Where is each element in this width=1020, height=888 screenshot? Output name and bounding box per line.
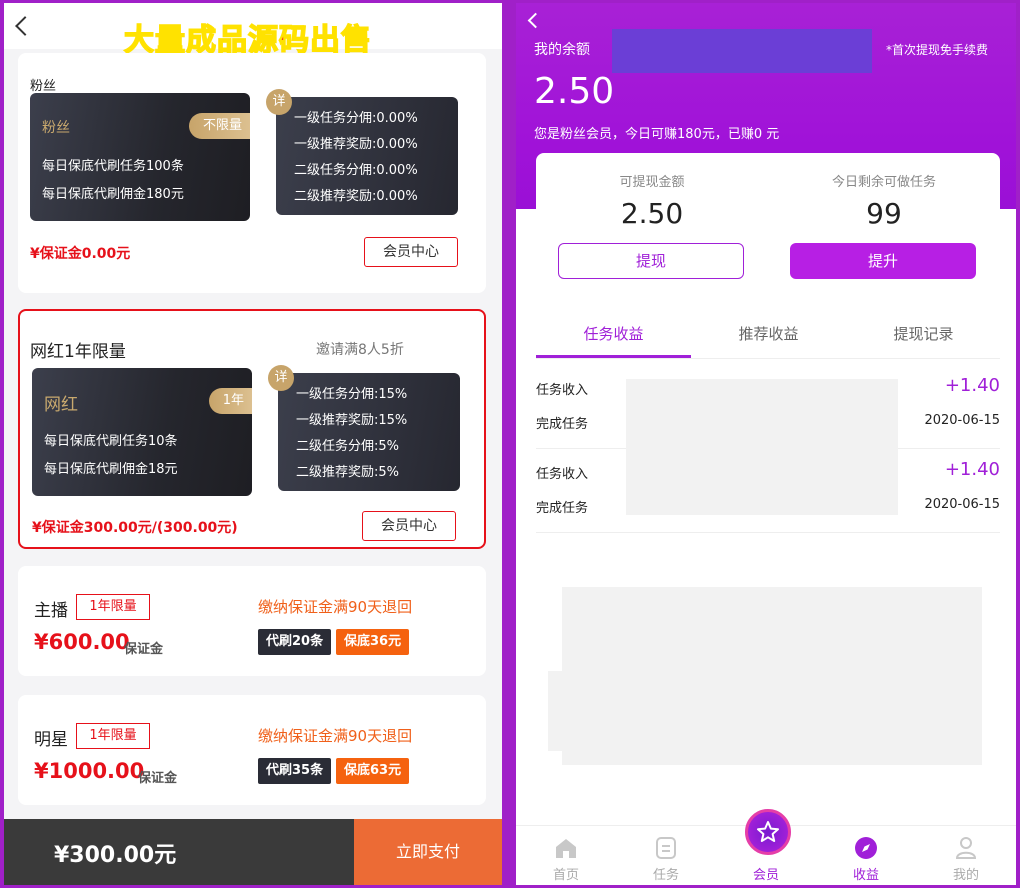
pay-now-button[interactable]: 立即支付	[354, 819, 502, 885]
detail-badge-icon[interactable]: 详	[266, 89, 292, 115]
refund-note: 缴纳保证金满90天退回	[258, 598, 413, 616]
commission-details: 一级任务分佣:15% 一级推荐奖励:15% 二级任务分佣:5% 二级推荐奖励:5…	[278, 373, 460, 491]
nav-home[interactable]: 首页	[516, 826, 616, 885]
record-date: 2020-06-15	[924, 413, 1000, 428]
earnings-tabs: 任务收益 推荐收益 提现记录	[536, 313, 1000, 359]
detail-row: 二级任务分佣:5%	[296, 439, 400, 454]
active-tab-indicator	[536, 355, 691, 358]
task-chip: 代刷20条	[258, 629, 332, 655]
daily-tasks: 每日保底代刷任务10条	[44, 434, 178, 449]
nav-earnings[interactable]: 收益	[816, 826, 916, 885]
record-date: 2020-06-15	[924, 497, 1000, 512]
refund-note: 缴纳保证金满90天退回	[258, 727, 413, 745]
record-amount: +1.40	[944, 375, 1000, 396]
upgrade-button[interactable]: 提升	[790, 243, 976, 279]
detail-row: 二级推荐奖励:0.00%	[294, 189, 418, 204]
nav-label: 会员	[752, 868, 779, 883]
daily-tasks: 每日保底代刷任务100条	[42, 159, 184, 174]
guarantee-chip: 保底63元	[336, 758, 410, 784]
membership-card-fans: 粉丝 粉丝 不限量 每日保底代刷任务100条 每日保底代刷佣金180元 一级任务…	[18, 53, 486, 293]
level-panel: 粉丝 不限量 每日保底代刷任务100条 每日保底代刷佣金180元	[30, 93, 250, 221]
membership-card-influencer[interactable]: 网红1年限量 邀请满8人5折 网红 1年 每日保底代刷任务10条 每日保底代刷佣…	[18, 309, 486, 549]
plan-name: 主播	[34, 601, 68, 621]
back-arrow-icon[interactable]	[527, 12, 544, 29]
withdrawable-value: 2.50	[620, 197, 684, 230]
level-name: 粉丝	[42, 120, 70, 136]
payment-bar: ¥300.00元 立即支付	[4, 819, 502, 885]
user-icon	[955, 837, 977, 859]
task-chip: 代刷35条	[258, 758, 332, 784]
home-icon	[556, 839, 576, 858]
membership-card-star[interactable]: 明星 1年限量 ¥1000.00 保证金 缴纳保证金满90天退回 代刷35条 保…	[18, 695, 486, 805]
member-center-button[interactable]: 会员中心	[364, 237, 458, 267]
top-bar: 大量成品源码出售	[4, 3, 502, 59]
deposit-text: ¥保证金0.00元	[30, 246, 131, 262]
card-section-title: 粉丝	[30, 79, 57, 94]
plan-price: ¥1000.00	[34, 759, 145, 783]
daily-commission: 每日保底代刷佣金18元	[44, 462, 178, 477]
member-center-button[interactable]: 会员中心	[362, 511, 456, 541]
record-type: 任务收入	[536, 467, 589, 482]
detail-row: 一级任务分佣:15%	[296, 387, 408, 402]
nav-label: 收益	[852, 868, 879, 883]
nav-label: 我的	[952, 868, 979, 883]
redaction-block	[626, 379, 898, 515]
task-list-icon	[656, 837, 676, 859]
detail-row: 一级推荐奖励:15%	[296, 413, 408, 428]
plan-price: ¥600.00	[34, 630, 130, 654]
withdrawable-label: 可提现金额	[619, 175, 685, 190]
record-desc: 完成任务	[536, 501, 589, 516]
tab-withdraw-records[interactable]: 提现记录	[846, 323, 1001, 344]
earnings-panel: 我的余额 *首次提现免手续费 2.50 您是粉丝会员，今日可赚180元，已赚0 …	[516, 3, 1016, 885]
redaction-bar	[612, 29, 872, 73]
detail-row: 一级任务分佣:0.00%	[294, 111, 418, 126]
plan-limit-badge: 1年限量	[76, 723, 150, 749]
record-type: 任务收入	[536, 383, 589, 398]
redaction-block	[548, 671, 568, 751]
level-name: 网红	[44, 395, 78, 415]
detail-row: 二级推荐奖励:5%	[296, 465, 400, 480]
redaction-block	[562, 587, 982, 765]
limit-tag: 不限量	[188, 113, 250, 139]
deposit-text: ¥保证金300.00元/(300.00元)	[32, 520, 238, 536]
daily-commission: 每日保底代刷佣金180元	[42, 187, 184, 202]
nav-profile[interactable]: 我的	[916, 826, 1016, 885]
star-icon	[757, 821, 779, 842]
plan-name: 明星	[34, 730, 68, 750]
limit-tag: 1年	[208, 388, 252, 414]
compass-icon	[855, 837, 877, 859]
level-panel: 网红 1年 每日保底代刷任务10条 每日保底代刷佣金18元	[32, 368, 252, 496]
member-star-button[interactable]	[745, 809, 791, 855]
back-arrow-icon[interactable]	[15, 16, 35, 36]
detail-row: 二级任务分佣:0.00%	[294, 163, 418, 178]
tab-referral-earnings[interactable]: 推荐收益	[691, 323, 846, 344]
price-unit: 保证金	[138, 771, 178, 786]
nav-tasks[interactable]: 任务	[616, 826, 716, 885]
record-amount: +1.40	[944, 459, 1000, 480]
tab-task-earnings[interactable]: 任务收益	[536, 323, 691, 344]
plan-limit-badge: 1年限量	[76, 594, 150, 620]
price-unit: 保证金	[124, 642, 164, 657]
membership-card-anchor[interactable]: 主播 1年限量 ¥600.00 保证金 缴纳保证金满90天退回 代刷20条 保底…	[18, 566, 486, 676]
record-desc: 完成任务	[536, 417, 589, 432]
card-title: 网红1年限量	[30, 342, 126, 362]
balance-amount: 2.50	[534, 71, 615, 112]
detail-row: 一级推荐奖励:0.00%	[294, 137, 418, 152]
membership-panel: 大量成品源码出售 粉丝 粉丝 不限量 每日保底代刷任务100条 每日保底代刷佣金…	[4, 3, 502, 885]
remaining-tasks-label: 今日剩余可做任务	[831, 175, 936, 190]
withdraw-button[interactable]: 提现	[558, 243, 744, 279]
commission-details: 一级任务分佣:0.00% 一级推荐奖励:0.00% 二级任务分佣:0.00% 二…	[276, 97, 458, 215]
remaining-tasks-value: 99	[866, 197, 902, 230]
nav-label: 首页	[552, 868, 579, 883]
invite-note: 邀请满8人5折	[316, 342, 404, 358]
payment-total: ¥300.00元	[54, 843, 177, 868]
first-withdraw-note: *首次提现免手续费	[886, 43, 989, 57]
guarantee-chip: 保底36元	[336, 629, 410, 655]
stats-card: 可提现金额 2.50 今日剩余可做任务 99 提现 提升	[536, 153, 1000, 293]
balance-label: 我的余额	[534, 42, 590, 58]
member-note: 您是粉丝会员，今日可赚180元，已赚0 元	[534, 127, 780, 142]
detail-badge-icon[interactable]: 详	[268, 365, 294, 391]
nav-label: 任务	[652, 868, 679, 883]
